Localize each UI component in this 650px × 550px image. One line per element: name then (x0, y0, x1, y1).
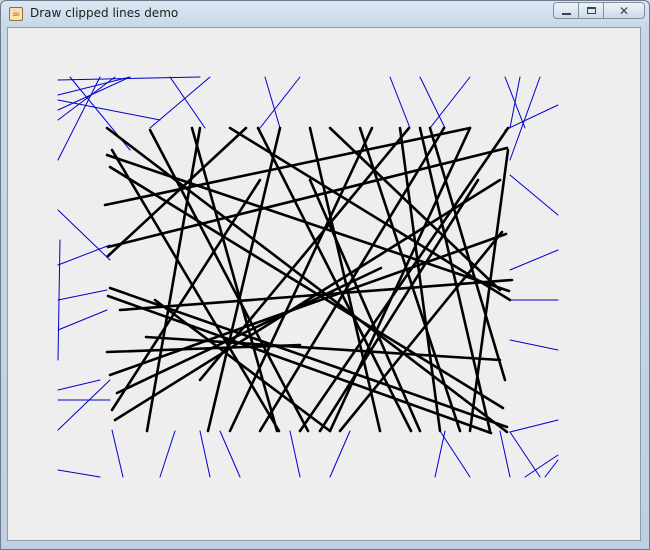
visible-line-segment (190, 126, 279, 433)
clipped-line-segment (57, 379, 111, 431)
clipped-line-segment (509, 339, 559, 351)
clipped-line-segment (264, 76, 281, 129)
clipped-line-segment (159, 430, 176, 478)
clipped-line-segment (429, 76, 471, 129)
clipped-line-segment (509, 76, 541, 161)
clipped-line-segment (57, 469, 101, 478)
clipped-line-segment (499, 430, 511, 478)
clipped-line-segment (57, 244, 111, 266)
clipped-line-segment (111, 429, 124, 478)
clipped-line-segment (509, 174, 559, 216)
clipped-line-segment (57, 76, 131, 111)
visible-line-segment (256, 126, 413, 433)
clipped-line-segment (259, 76, 301, 129)
clipped-line-segment (504, 104, 559, 131)
clipped-line-segment (57, 76, 116, 121)
clipped-line-segment (419, 76, 446, 129)
clipped-line-segment (169, 76, 206, 129)
visible-line-segment (418, 126, 492, 433)
clipped-line-segment (389, 76, 411, 129)
clipped-line-segment (57, 379, 101, 391)
visible-line-segment (308, 126, 382, 433)
visible-line-segment (110, 148, 281, 433)
clipped-line-segment (219, 430, 241, 478)
visible-line-segment (198, 126, 411, 382)
visible-line-segment (108, 165, 505, 410)
clipped-line-segment (149, 76, 211, 129)
clipped-line-segment (57, 209, 111, 261)
clipped-line-segment (509, 76, 521, 129)
clipped-line-segment (199, 430, 211, 478)
visible-line-segment (398, 126, 442, 433)
clipped-line-segment (289, 430, 301, 478)
visible-line-segment (468, 148, 510, 433)
visible-line-segment (115, 266, 383, 395)
clipped-line-segment (329, 430, 351, 478)
clipped-lines-drawing (57, 76, 559, 478)
clipped-line-segment (509, 419, 559, 433)
clipped-line-segment (509, 249, 559, 271)
clipped-line-segment (57, 289, 108, 301)
clipped-line-segment (509, 431, 541, 478)
clipped-line-segment (57, 309, 108, 331)
clipped-line-segment (434, 430, 446, 478)
clipped-line-segment (439, 430, 471, 478)
